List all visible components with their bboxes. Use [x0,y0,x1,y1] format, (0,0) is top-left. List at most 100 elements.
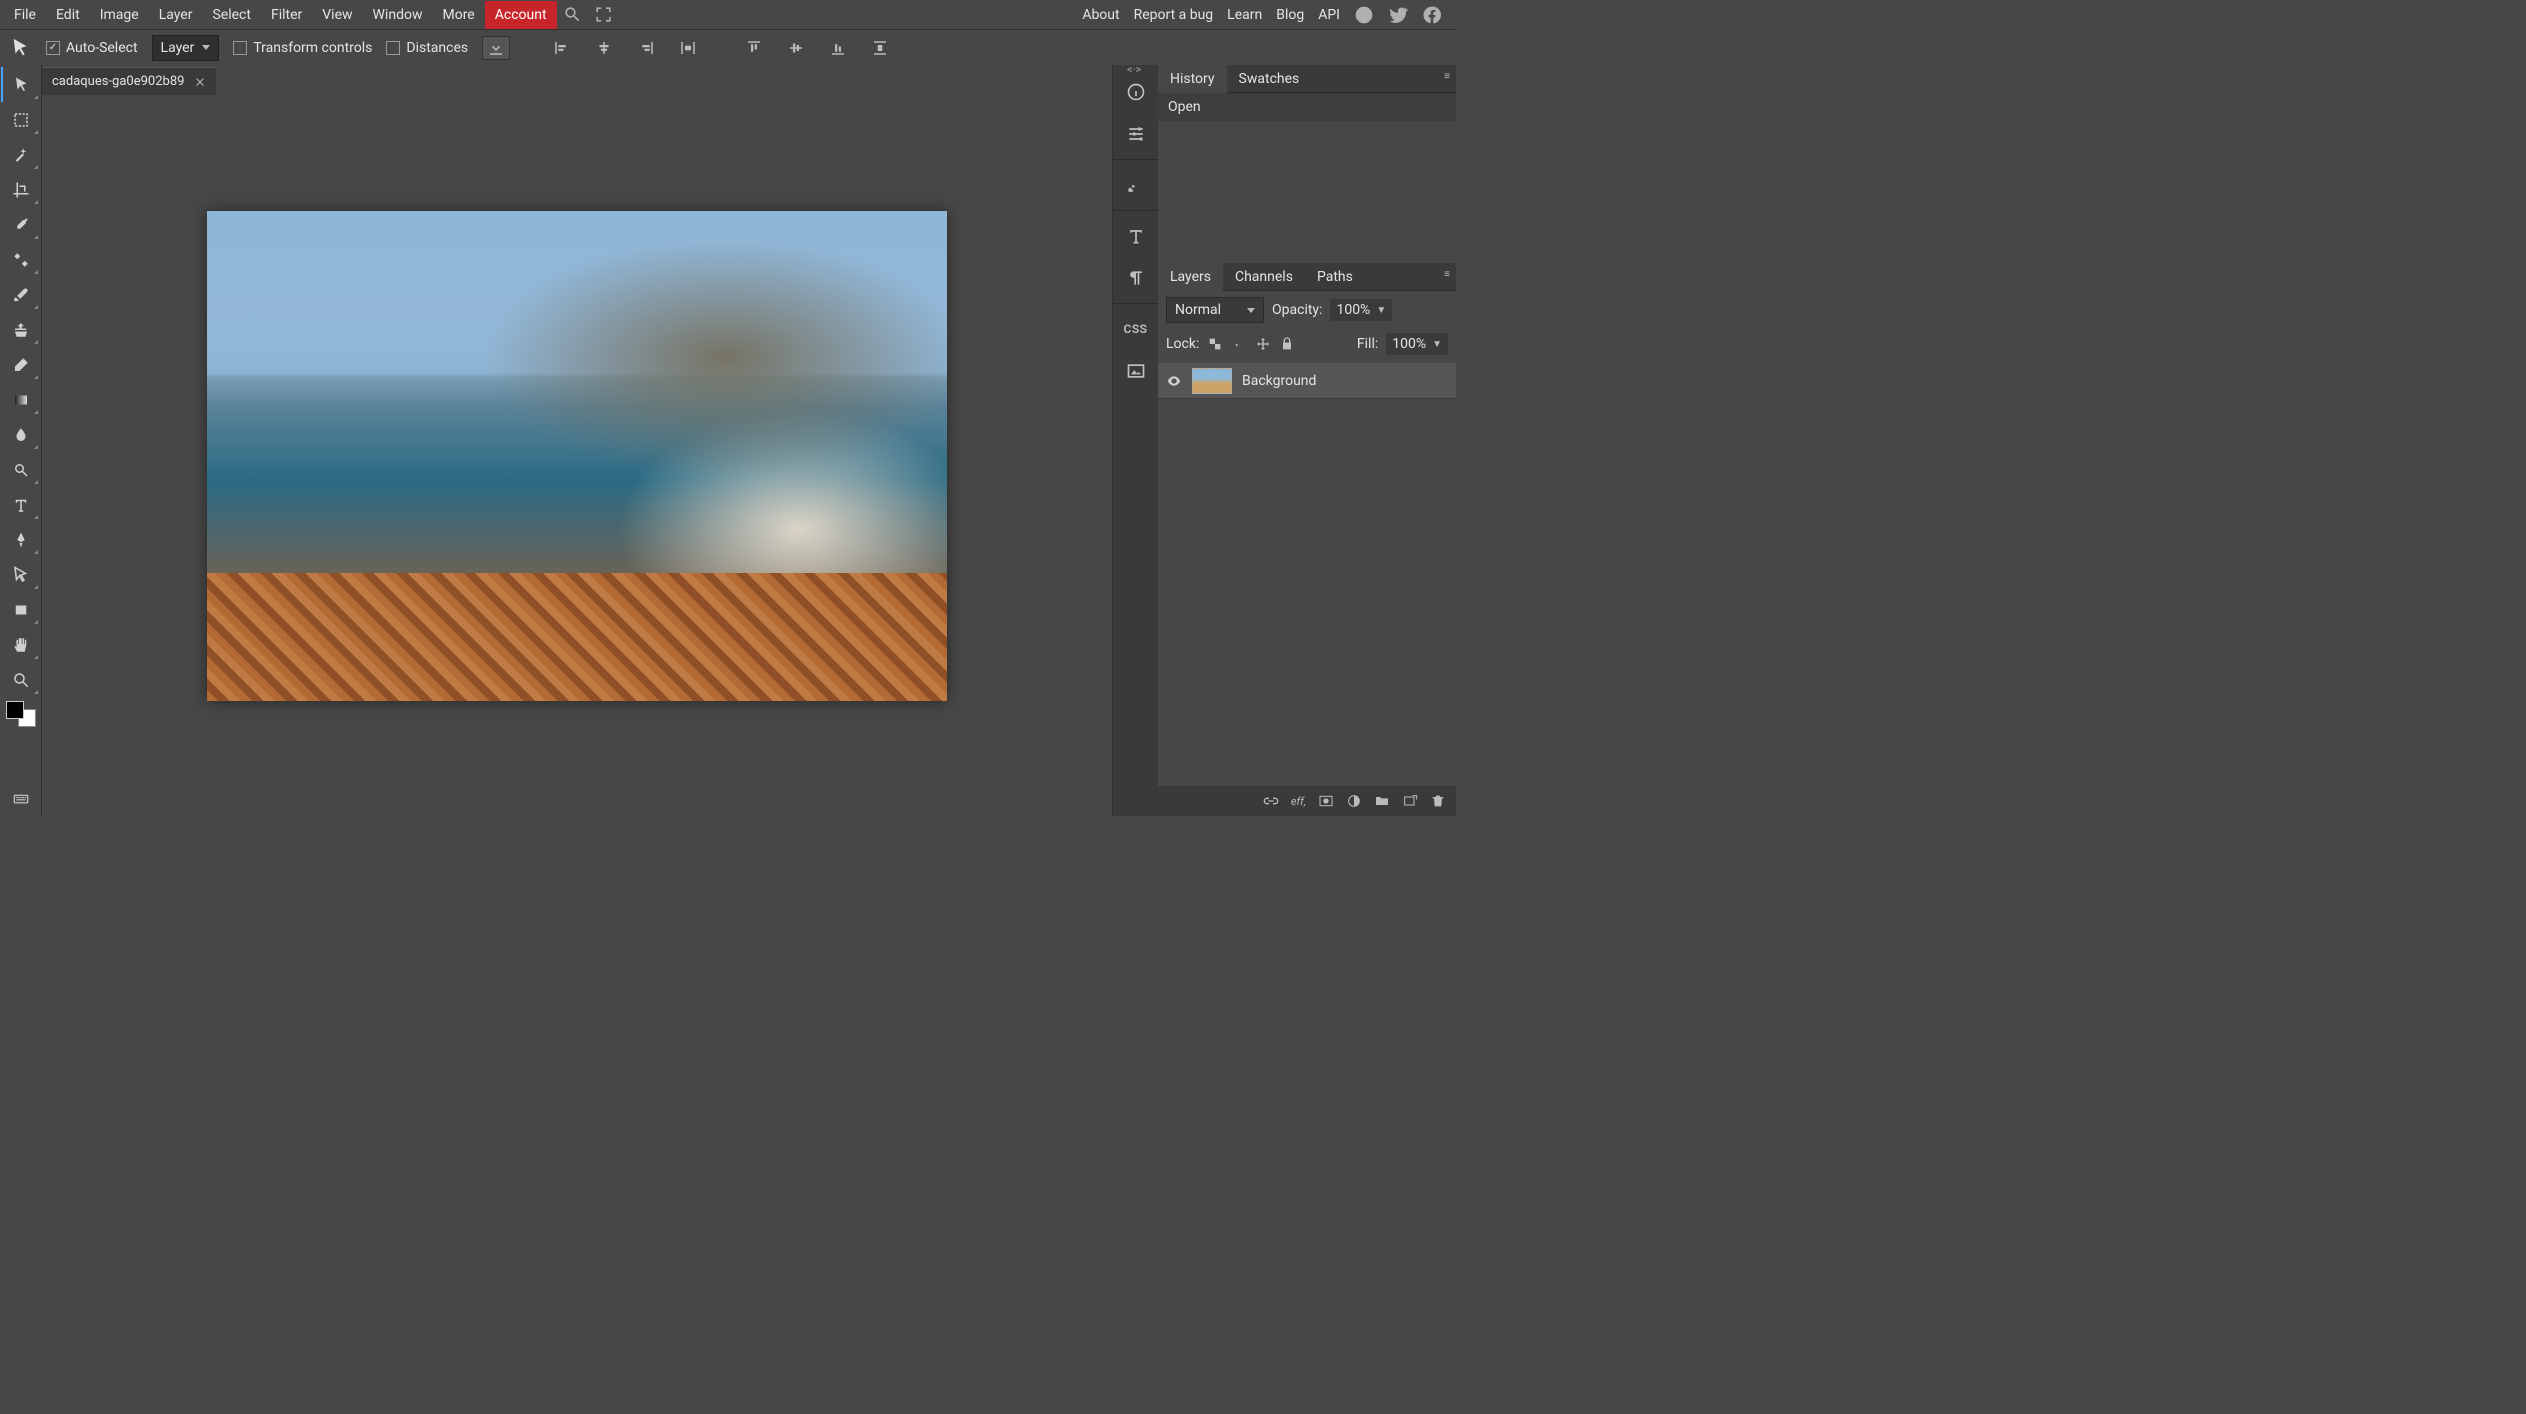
canvas-stage[interactable] [42,95,1112,816]
menu-edit[interactable]: Edit [46,3,90,27]
lock-paint-icon[interactable] [1231,336,1247,352]
history-item[interactable]: Open [1158,93,1456,121]
move-cursor-icon [10,37,32,59]
panels: >·< History Swatches ≡ Open Layers Chann… [1158,65,1456,816]
tool-type[interactable] [1,487,41,522]
menu-filter[interactable]: Filter [261,3,312,27]
menu-layer[interactable]: Layer [149,3,203,27]
link-blog[interactable]: Blog [1276,7,1304,23]
tool-eraser[interactable] [1,347,41,382]
menu-view[interactable]: View [312,3,362,27]
facebook-icon[interactable] [1422,5,1442,25]
menu-account[interactable]: Account [485,1,557,29]
layers-list: Background [1158,363,1456,786]
menu-select[interactable]: Select [202,3,260,27]
tool-magic-wand[interactable] [1,137,41,172]
brush-panel-icon[interactable] [1115,164,1157,206]
tool-dodge[interactable] [1,452,41,487]
align-center-h-icon[interactable] [590,36,618,60]
link-about[interactable]: About [1082,7,1119,23]
align-right-icon[interactable] [632,36,660,60]
tool-keyboard[interactable] [1,781,41,816]
transform-label: Transform controls [253,40,372,56]
tool-zoom[interactable] [1,662,41,697]
canvas-image[interactable] [207,211,947,701]
auto-select-checkbox[interactable]: Auto-Select [46,40,138,56]
align-distribute-icon[interactable] [674,36,702,60]
collapse-icon[interactable]: <·> [1127,63,1141,76]
align-left-icon[interactable] [548,36,576,60]
layer-thumbnail[interactable] [1192,368,1232,394]
tool-crop[interactable] [1,172,41,207]
opacity-field[interactable]: 100% [1330,299,1392,321]
color-swatch[interactable] [6,701,36,727]
panel-menu-icon[interactable]: ≡ [1440,69,1454,83]
tab-history[interactable]: History [1158,65,1227,93]
fill-field[interactable]: 100% [1386,333,1448,355]
foreground-color[interactable] [6,701,24,719]
tool-move[interactable] [1,67,41,102]
css-panel-icon[interactable]: CSS [1115,308,1157,350]
link-report-bug[interactable]: Report a bug [1134,7,1214,23]
link-api[interactable]: API [1318,7,1340,23]
align-middle-icon[interactable] [782,36,810,60]
paragraph-panel-icon[interactable] [1115,257,1157,299]
folder-icon[interactable] [1374,793,1390,809]
tool-clone-stamp[interactable] [1,312,41,347]
menu-more[interactable]: More [432,3,484,27]
menu-file[interactable]: File [4,3,46,27]
tool-path-select[interactable] [1,557,41,592]
adjustment-layer-icon[interactable] [1346,793,1362,809]
lock-transparent-icon[interactable] [1207,336,1223,352]
opacity-value: 100% [1336,302,1370,318]
layer-mask-icon[interactable] [1318,793,1334,809]
transform-checkbox[interactable]: Transform controls [233,40,372,56]
tool-shape[interactable] [1,592,41,627]
blend-mode-dropdown[interactable]: Normal [1166,297,1264,323]
tab-channels[interactable]: Channels [1223,263,1305,291]
panel-menu-icon[interactable]: ≡ [1440,267,1454,281]
character-panel-icon[interactable] [1115,215,1157,257]
fullscreen-icon[interactable] [594,5,613,24]
reddit-icon[interactable] [1354,5,1374,25]
lock-all-icon[interactable] [1279,336,1295,352]
tool-eyedropper[interactable] [1,207,41,242]
tool-brush[interactable] [1,277,41,312]
align-bottom-icon[interactable] [824,36,852,60]
document-tab[interactable]: cadaques-ga0e902b89 [42,67,216,95]
distances-checkbox[interactable]: Distances [386,40,468,56]
twitter-icon[interactable] [1388,5,1408,25]
info-panel-icon[interactable] [1115,71,1157,113]
trash-icon[interactable] [1430,793,1446,809]
download-button[interactable] [482,36,510,60]
tab-swatches[interactable]: Swatches [1227,65,1312,93]
new-layer-icon[interactable] [1402,793,1418,809]
link-learn[interactable]: Learn [1227,7,1262,23]
search-icon[interactable] [563,5,582,24]
tool-heal[interactable] [1,242,41,277]
adjustments-panel-icon[interactable] [1115,113,1157,155]
menu-window[interactable]: Window [363,3,433,27]
tool-blur[interactable] [1,417,41,452]
lock-move-icon[interactable] [1255,336,1271,352]
visibility-icon[interactable] [1166,373,1182,389]
layer-dropdown[interactable]: Layer [152,35,220,61]
opacity-label: Opacity: [1272,302,1322,318]
canvas-area: cadaques-ga0e902b89 [42,65,1112,816]
image-preview-icon[interactable] [1115,350,1157,392]
tool-pen[interactable] [1,522,41,557]
align-top-icon[interactable] [740,36,768,60]
tab-paths[interactable]: Paths [1305,263,1365,291]
tool-rect-select[interactable] [1,102,41,137]
close-icon[interactable] [194,76,206,88]
blend-mode-value: Normal [1175,302,1221,318]
tool-hand[interactable] [1,627,41,662]
tab-layers[interactable]: Layers [1158,263,1223,291]
align-distribute-v-icon[interactable] [866,36,894,60]
layer-row[interactable]: Background [1158,363,1456,399]
tool-gradient[interactable] [1,382,41,417]
layer-dropdown-label: Layer [161,40,195,56]
link-layers-icon[interactable] [1263,793,1279,809]
menu-image[interactable]: Image [90,3,149,27]
effects-icon[interactable]: eff, [1291,795,1306,808]
